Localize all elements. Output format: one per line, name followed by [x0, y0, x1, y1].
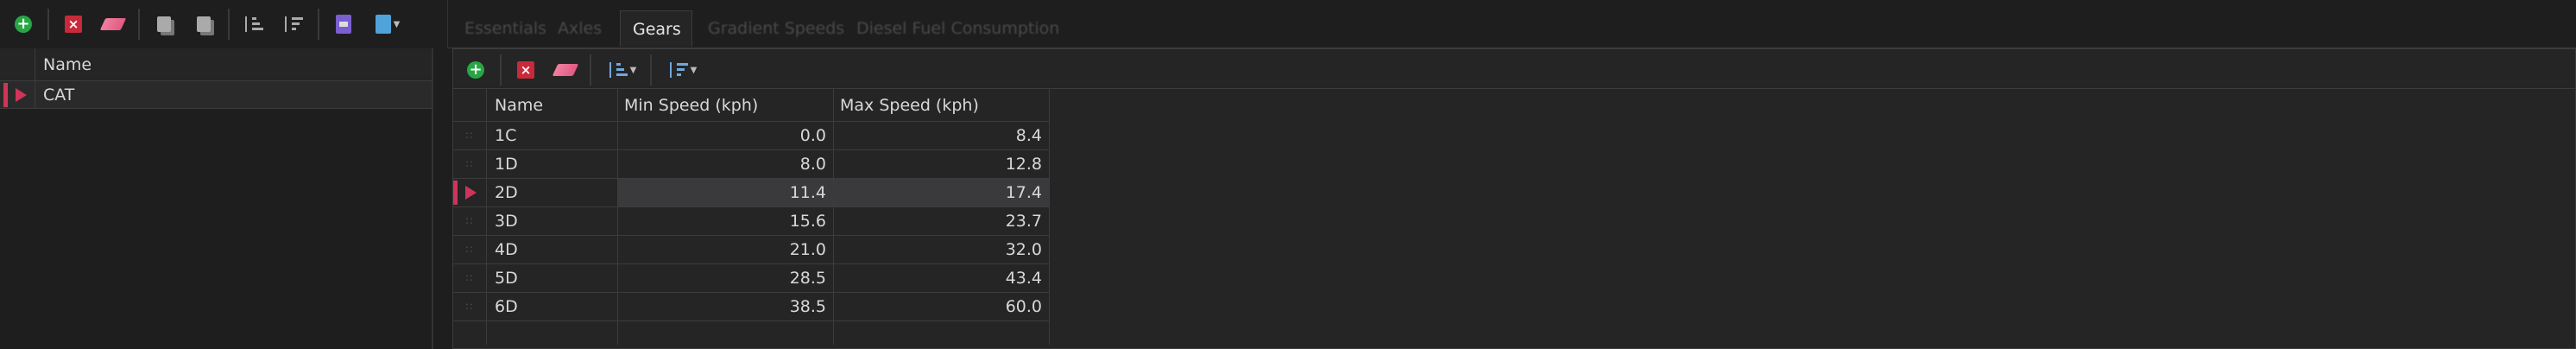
selection-marker — [3, 83, 8, 107]
drag-handle-icon[interactable]: ∷ — [460, 264, 479, 292]
delete-icon: × — [65, 16, 82, 33]
drag-handle-icon[interactable]: ∷ — [460, 207, 479, 235]
min-speed-cell[interactable]: 11.4 — [617, 179, 833, 206]
gear-name-cell[interactable]: 1D — [488, 150, 617, 178]
tab-diesel-fuel-consumption[interactable]: Diesel Fuel Consumption — [844, 10, 1071, 47]
grid-divider — [1049, 89, 1050, 345]
table-row[interactable]: ∷ 5D 28.5 43.4 — [453, 264, 1049, 293]
min-speed-cell[interactable]: 38.5 — [617, 293, 833, 320]
list-header: Name — [0, 48, 432, 81]
import-button[interactable] — [328, 9, 359, 40]
gear-name-cell[interactable]: 5D — [488, 264, 617, 292]
list-item-label: CAT — [43, 86, 75, 105]
tab-gradient-speeds[interactable]: Gradient Speeds — [696, 10, 856, 47]
drag-handle-icon[interactable]: ∷ — [460, 150, 479, 178]
toolbar-separator — [590, 54, 591, 86]
column-header-min-speed[interactable]: Min Speed (kph) — [617, 92, 833, 119]
gear-name-cell[interactable]: 6D — [488, 293, 617, 320]
toolbar-separator — [47, 9, 49, 40]
current-row-icon — [465, 186, 477, 200]
tab-axles[interactable]: Axles — [546, 10, 614, 47]
add-icon: + — [467, 61, 484, 79]
sort-ascending-icon — [244, 15, 263, 34]
drag-handle-icon[interactable]: ∷ — [460, 293, 479, 320]
add-gear-button[interactable]: + — [460, 54, 491, 86]
eraser-icon — [552, 64, 579, 76]
toolbar-separator — [500, 54, 502, 86]
min-speed-cell[interactable]: 15.6 — [617, 207, 833, 235]
left-list-panel: Name CAT — [0, 48, 433, 349]
gears-grid: Name Min Speed (kph) Max Speed (kph) ∷ 1C… — [453, 89, 2575, 348]
delete-gear-button[interactable]: × — [510, 54, 541, 86]
grid-divider — [833, 89, 834, 345]
chevron-down-icon: ▼ — [393, 19, 401, 29]
max-speed-cell[interactable]: 43.4 — [833, 264, 1049, 292]
gear-name-cell[interactable]: 1C — [488, 122, 617, 149]
column-header-max-speed[interactable]: Max Speed (kph) — [833, 92, 1049, 119]
sort-ascending-button[interactable] — [238, 9, 269, 40]
left-toolbar: + × ▼ — [0, 0, 432, 48]
tab-gears[interactable]: Gears — [620, 10, 692, 47]
table-row[interactable]: ∷ 1C 0.0 8.4 — [453, 122, 1049, 150]
grid-divider — [617, 89, 618, 345]
import-icon — [336, 15, 351, 34]
table-row[interactable]: ∷ 1D 8.0 12.8 — [453, 150, 1049, 179]
min-speed-cell[interactable]: 8.0 — [617, 150, 833, 178]
detail-area: Essentials Axles Gears Gradient Speeds D… — [447, 0, 2576, 349]
min-speed-cell[interactable]: 0.0 — [617, 122, 833, 149]
selection-marker — [453, 181, 458, 205]
gear-name-cell[interactable]: 3D — [488, 207, 617, 235]
eraser-icon — [99, 18, 127, 30]
sort-ascending-dropdown[interactable]: ▼ — [600, 54, 645, 86]
column-header-name[interactable]: Name — [43, 48, 92, 81]
sort-descending-button[interactable] — [278, 9, 309, 40]
add-icon: + — [15, 16, 32, 33]
export-icon — [375, 15, 391, 34]
paste-icon — [197, 16, 211, 32]
sort-ascending-icon — [609, 60, 628, 79]
max-speed-cell[interactable]: 32.0 — [833, 236, 1049, 263]
clear-gears-button[interactable] — [550, 54, 581, 86]
toolbar-separator — [650, 54, 652, 86]
max-speed-cell[interactable]: 17.4 — [833, 179, 1049, 206]
gears-toolbar: + × ▼ ▼ — [453, 49, 2575, 89]
min-speed-cell[interactable]: 28.5 — [617, 264, 833, 292]
tab-essentials[interactable]: Essentials — [452, 10, 559, 47]
max-speed-cell[interactable]: 60.0 — [833, 293, 1049, 320]
grid-divider — [486, 89, 487, 345]
min-speed-cell[interactable]: 21.0 — [617, 236, 833, 263]
table-row[interactable]: 2D 11.4 17.4 — [453, 179, 1049, 207]
max-speed-cell[interactable]: 12.8 — [833, 150, 1049, 178]
gear-name-cell[interactable]: 2D — [488, 179, 617, 206]
copy-icon — [157, 16, 171, 32]
table-row[interactable]: ∷ 6D 38.5 60.0 — [453, 293, 1049, 321]
current-row-icon — [16, 88, 27, 102]
toolbar-separator — [138, 9, 140, 40]
toolbar-separator — [318, 9, 319, 40]
delete-icon: × — [517, 61, 534, 79]
paste-button[interactable] — [188, 9, 219, 40]
copy-button[interactable] — [148, 9, 180, 40]
drag-handle-icon[interactable]: ∷ — [460, 236, 479, 263]
chevron-down-icon: ▼ — [629, 65, 637, 75]
max-speed-cell[interactable]: 8.4 — [833, 122, 1049, 149]
table-row[interactable]: ∷ 3D 15.6 23.7 — [453, 207, 1049, 236]
table-row[interactable]: ∷ 4D 21.0 32.0 — [453, 236, 1049, 264]
gears-panel: + × ▼ ▼ Name Min Speed (kph) Max Speed (… — [452, 48, 2576, 349]
export-dropdown-button[interactable]: ▼ — [368, 9, 407, 40]
delete-button[interactable]: × — [58, 9, 89, 40]
gear-name-cell[interactable]: 4D — [488, 236, 617, 263]
clear-button[interactable] — [98, 9, 129, 40]
drag-handle-icon[interactable]: ∷ — [460, 122, 479, 149]
sort-descending-dropdown[interactable]: ▼ — [660, 54, 705, 86]
list-item[interactable]: CAT — [0, 81, 432, 109]
add-button[interactable]: + — [8, 9, 39, 40]
toolbar-separator — [228, 9, 230, 40]
sort-descending-icon — [669, 60, 688, 79]
max-speed-cell[interactable]: 23.7 — [833, 207, 1049, 235]
chevron-down-icon: ▼ — [690, 65, 698, 75]
sort-descending-icon — [284, 15, 303, 34]
